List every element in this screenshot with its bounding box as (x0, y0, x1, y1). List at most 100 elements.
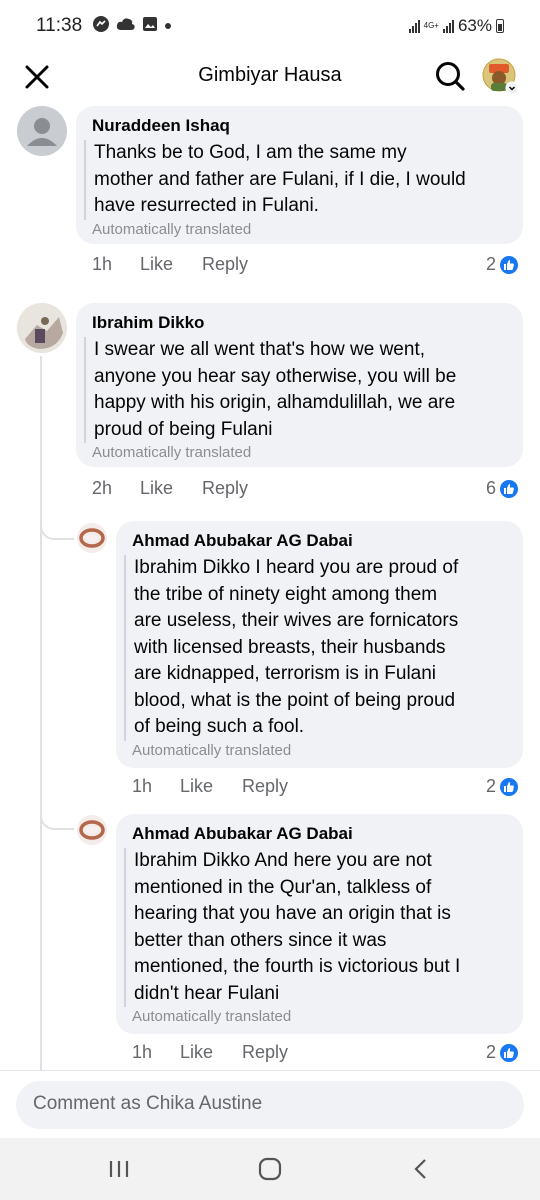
status-right: 4G+ 63% (408, 16, 504, 36)
comment-author[interactable]: Nuraddeen Ishaq (92, 115, 507, 137)
thumbs-up-icon (499, 776, 520, 797)
comment-actions: 2h Like Reply (92, 478, 248, 499)
back-icon (414, 1159, 426, 1179)
translation-label[interactable]: Automatically translated (132, 1008, 507, 1026)
reply-bubble: Ahmad Abubakar AG Dabai Ibrahim Dikko An… (116, 814, 523, 1034)
comment-line: Thanks be to God, I am the same my (94, 142, 407, 163)
thumbs-up-icon (499, 254, 520, 275)
notification-icons (92, 15, 172, 38)
translation-label[interactable]: Automatically translated (132, 742, 507, 760)
translation-label[interactable]: Automatically translated (92, 221, 507, 239)
recents-icon (109, 1161, 129, 1177)
comment-line: better than others since it was (134, 929, 387, 951)
profile-avatar-button[interactable] (482, 58, 519, 95)
comment-time[interactable]: 2h (92, 478, 140, 499)
reaction-count-value: 2 (486, 1042, 497, 1062)
comment-text: Thanks be to God, I am the same my mothe… (84, 140, 507, 220)
comment-line: Ibrahim Dikko And here you are not (134, 850, 432, 871)
comment-line: are useless, their wives are fornicators (134, 610, 459, 631)
battery-icon (496, 19, 504, 33)
reaction-count[interactable]: 6 (486, 478, 520, 499)
comment-author[interactable]: Ahmad Abubakar AG Dabai (132, 823, 507, 845)
translation-label[interactable]: Automatically translated (92, 444, 507, 462)
comment-line: mother and father are Fulani, if I die, … (94, 168, 466, 190)
comment-line: are kidnapped, terrorism is in Fulani (134, 663, 437, 684)
comment-composer-bar: Comment as Chika Austine (0, 1070, 540, 1138)
comment-line: I swear we all went that's how we went, (94, 339, 425, 360)
reply-bubble: Ahmad Abubakar AG Dabai Ibrahim Dikko I … (116, 521, 523, 768)
thread-connector (40, 520, 74, 540)
like-button[interactable]: Like (180, 776, 242, 797)
cloud-notification-icon (116, 17, 136, 36)
more-notifications-icon (164, 17, 172, 35)
comment-line: didn't hear Fulani (134, 982, 280, 1004)
avatar[interactable] (77, 523, 107, 553)
comment-line: mentioned, the fourth is victorious but … (134, 956, 461, 977)
reply-button[interactable]: Reply (202, 254, 248, 275)
search-icon (436, 62, 465, 91)
thumbs-up-icon (499, 478, 520, 499)
gallery-notification-icon (142, 16, 158, 37)
comment-line: of being such a fool. (134, 716, 305, 737)
comment-line: with licensed breasts, their husbands (134, 636, 446, 658)
back-button[interactable] (408, 1156, 434, 1182)
like-button[interactable]: Like (180, 1042, 242, 1063)
reaction-count[interactable]: 2 (486, 254, 520, 275)
reaction-count[interactable]: 2 (486, 776, 520, 797)
wifi-signal-icon (408, 19, 420, 33)
reaction-count-value: 6 (486, 478, 497, 498)
comment-actions: 1h Like Reply (92, 254, 248, 275)
comment-bubble: Ibrahim Dikko I swear we all went that's… (76, 303, 523, 467)
reply-button[interactable]: Reply (242, 1042, 288, 1063)
recents-button[interactable] (106, 1156, 132, 1182)
comment-author[interactable]: Ibrahim Dikko (92, 312, 507, 334)
user-photo (17, 303, 67, 353)
messenger-notification-icon (92, 15, 110, 38)
thread-line (40, 356, 42, 1072)
comment-time[interactable]: 1h (92, 254, 140, 275)
system-nav-bar (0, 1138, 540, 1200)
comment-line: have resurrected in Fulani. (94, 195, 319, 216)
comment-line: blood, what is the point of being proud (134, 689, 456, 711)
home-icon (258, 1157, 282, 1181)
profile-avatar (482, 58, 519, 95)
comment-time[interactable]: 1h (132, 1042, 180, 1063)
comment-text: Ibrahim Dikko I heard you are proud of t… (124, 555, 507, 741)
comment-actions: 1h Like Reply (132, 1042, 288, 1063)
default-user-icon (17, 106, 67, 156)
home-button[interactable] (257, 1156, 283, 1182)
thread-connector (40, 810, 74, 830)
comment-actions: 1h Like Reply (132, 776, 288, 797)
avatar[interactable] (17, 106, 67, 156)
comment-time[interactable]: 1h (132, 776, 180, 797)
network-type: 4G+ (423, 21, 439, 30)
comment-line: Ibrahim Dikko I heard you are proud of (134, 557, 459, 578)
comment-line: mentioned in the Qur'an, talkless of (134, 876, 432, 898)
like-button[interactable]: Like (140, 254, 202, 275)
status-bar: 11:38 4G+ 63% (0, 0, 540, 52)
status-time: 11:38 (36, 15, 83, 36)
comment-input[interactable]: Comment as Chika Austine (16, 1081, 524, 1129)
search-button[interactable] (434, 60, 466, 92)
comment-text: I swear we all went that's how we went, … (84, 337, 507, 443)
ring-photo (77, 523, 107, 553)
battery-level: 63% (457, 16, 492, 35)
comment-line: anyone you hear say otherwise, you will … (94, 365, 457, 387)
thumbs-up-icon (499, 1042, 520, 1063)
reaction-count[interactable]: 2 (486, 1042, 520, 1063)
ring-photo (77, 815, 107, 845)
comment-line: happy with his origin, alhamdulillah, we… (94, 392, 456, 413)
reaction-count-value: 2 (486, 254, 497, 274)
reaction-count-value: 2 (486, 776, 497, 796)
like-button[interactable]: Like (140, 478, 202, 499)
comment-author[interactable]: Ahmad Abubakar AG Dabai (132, 530, 507, 552)
comment-line: the tribe of ninety eight among them (134, 583, 438, 605)
avatar[interactable] (77, 815, 107, 845)
comment-text: Ibrahim Dikko And here you are not menti… (124, 848, 507, 1007)
comment-line: proud of being Fulani (94, 418, 273, 440)
avatar[interactable] (17, 303, 67, 353)
comment-line: hearing that you have an origin that is (134, 903, 451, 924)
reply-button[interactable]: Reply (202, 478, 248, 499)
reply-button[interactable]: Reply (242, 776, 288, 797)
top-header: Gimbiyar Hausa (0, 52, 540, 102)
